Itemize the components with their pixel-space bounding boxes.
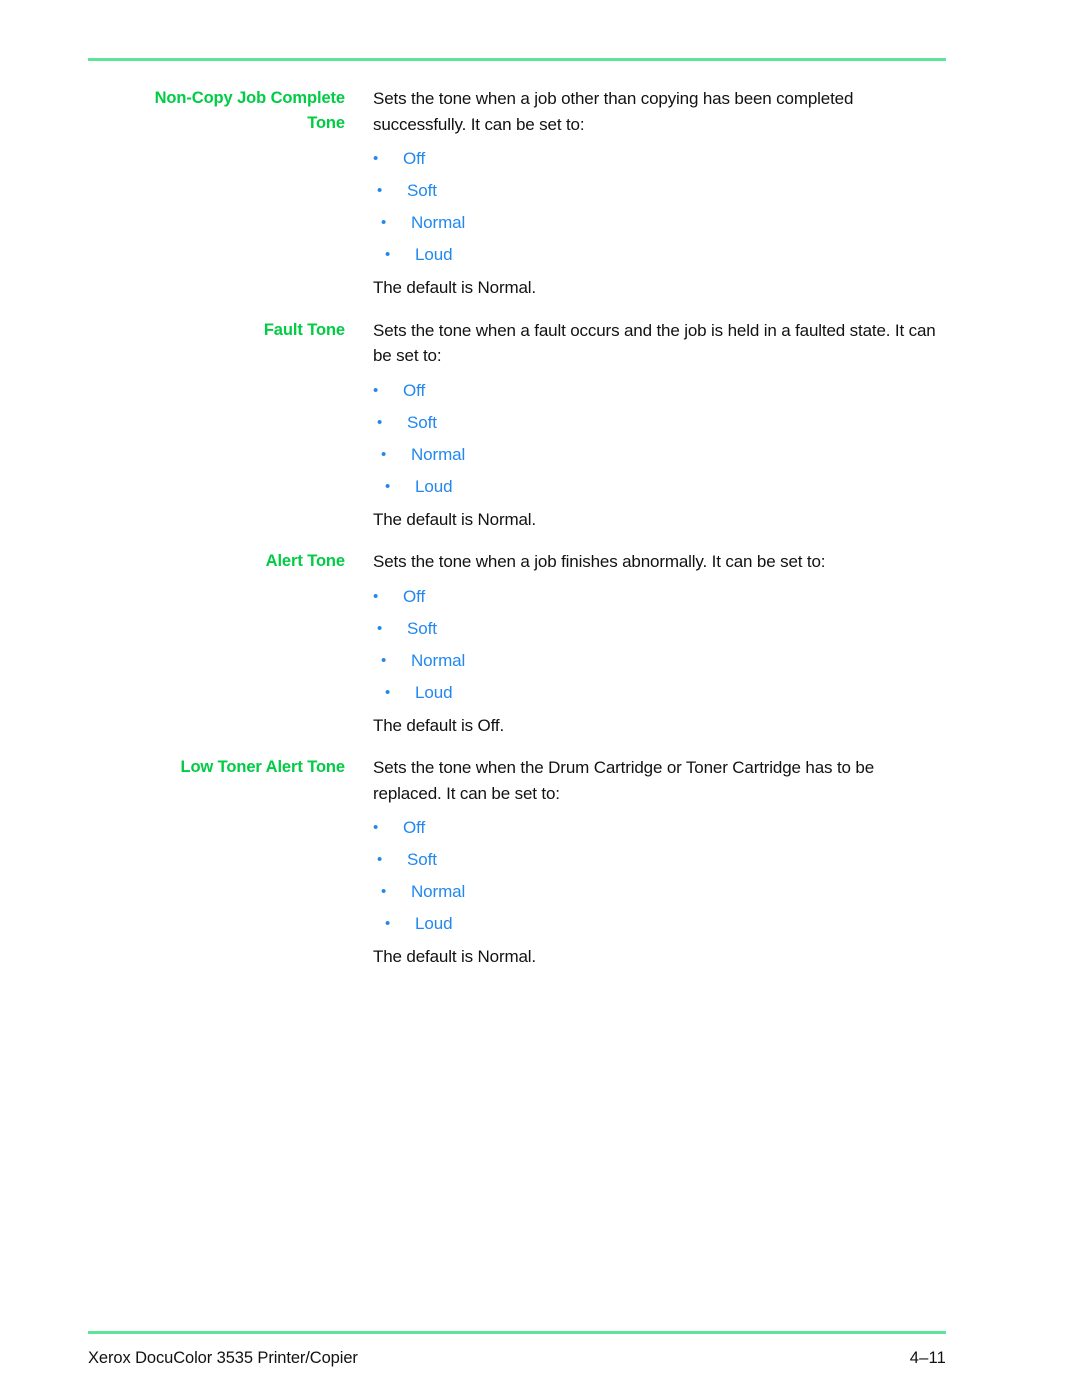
setting-description: Sets the tone when the Drum Cartridge or…: [373, 758, 875, 803]
setting-option: • Soft: [373, 844, 939, 876]
setting-option-label: Normal: [411, 882, 466, 901]
bullet-icon: •: [377, 413, 383, 431]
setting-option: • Loud: [373, 471, 939, 503]
setting-default-value: The default is Off.: [373, 715, 505, 735]
setting-label: Fault Tone: [263, 320, 345, 339]
setting-default-value: The default is Normal.: [373, 278, 536, 297]
bullet-icon: •: [373, 587, 379, 605]
bullet-icon: •: [373, 819, 379, 836]
setting-option-list: • Off • Soft • Normal • Loud: [373, 375, 939, 503]
setting-option-list: • Off • Soft • Normal • Loud: [373, 581, 939, 709]
bullet-icon: •: [377, 182, 383, 199]
setting-option-label: Soft: [407, 850, 437, 869]
setting-option: • Normal: [373, 439, 939, 471]
bullet-icon: •: [381, 883, 387, 900]
setting-entry: Low Toner Alert Tone Sets the tone when t…: [0, 755, 1080, 970]
setting-option: • Off: [373, 581, 939, 613]
setting-option-label: Loud: [415, 245, 453, 264]
setting-option: • Loud: [373, 908, 939, 940]
setting-option-list: • Off • Soft • Normal • Loud: [373, 812, 939, 940]
setting-option-list: • Off • Soft • Normal • Loud: [373, 143, 939, 271]
setting-option: • Normal: [373, 207, 939, 239]
document-page: Non-Copy Job Complete Tone Sets the tone …: [0, 0, 1080, 1397]
setting-option-label: Loud: [415, 476, 453, 496]
setting-option-label: Off: [403, 818, 426, 837]
setting-option-label: Normal: [411, 444, 466, 464]
bullet-icon: •: [385, 477, 391, 495]
setting-option-label: Soft: [407, 412, 437, 432]
setting-option: • Loud: [373, 239, 939, 271]
setting-entry: Fault Tone Sets the tone when a fault occ…: [0, 318, 1080, 533]
settings-description-list: Non-Copy Job Complete Tone Sets the tone …: [0, 86, 1080, 987]
header-rule: [88, 58, 946, 61]
setting-option: • Normal: [373, 645, 939, 677]
setting-option-label: Loud: [415, 914, 453, 933]
setting-description: Sets the tone when a job finishes abnorm…: [373, 552, 826, 571]
bullet-icon: •: [381, 445, 387, 463]
setting-option-label: Normal: [411, 650, 466, 670]
setting-option: • Soft: [373, 407, 939, 439]
bullet-icon: •: [373, 150, 379, 167]
setting-entry: Non-Copy Job Complete Tone Sets the tone …: [0, 86, 1080, 301]
bullet-icon: •: [377, 851, 383, 868]
setting-option-label: Soft: [407, 618, 437, 638]
setting-option: • Off: [373, 375, 939, 407]
setting-option: • Normal: [373, 876, 939, 908]
setting-description: Sets the tone when a fault occurs and th…: [373, 320, 936, 366]
footer-rule: [88, 1331, 946, 1334]
setting-default-value: The default is Normal.: [373, 947, 536, 966]
bullet-icon: •: [381, 214, 387, 231]
footer-document-title: Xerox DocuColor 3535 Printer/Copier: [88, 1349, 358, 1367]
setting-option-label: Off: [403, 380, 426, 400]
setting-body: Sets the tone when a job other than copy…: [373, 86, 939, 301]
setting-body: Sets the tone when a fault occurs and th…: [373, 318, 939, 533]
footer-page-number: 4–11: [909, 1349, 946, 1367]
bullet-icon: •: [385, 915, 391, 932]
setting-option-label: Off: [403, 149, 426, 168]
setting-label: Low Toner Alert Tone: [180, 758, 345, 776]
setting-option: • Soft: [373, 175, 939, 207]
setting-option: • Off: [373, 143, 939, 175]
setting-entry: Alert Tone Sets the tone when a job finis…: [0, 549, 1080, 738]
setting-option: • Soft: [373, 613, 939, 645]
setting-option-label: Off: [403, 586, 426, 606]
setting-body: Sets the tone when the Drum Cartridge or…: [373, 755, 939, 970]
setting-label: Non-Copy Job Complete Tone: [154, 89, 346, 132]
page-footer: Xerox DocuColor 3535 Printer/Copier 4–11: [88, 1346, 946, 1370]
setting-body: Sets the tone when a job finishes abnorm…: [373, 549, 939, 738]
bullet-icon: •: [381, 651, 387, 669]
bullet-icon: •: [373, 381, 379, 399]
bullet-icon: •: [385, 683, 391, 701]
bullet-icon: •: [377, 619, 383, 637]
bullet-icon: •: [385, 246, 391, 263]
setting-option-label: Loud: [415, 682, 453, 702]
setting-option-label: Soft: [407, 181, 437, 200]
setting-option: • Loud: [373, 677, 939, 709]
setting-option-label: Normal: [411, 213, 466, 232]
setting-description: Sets the tone when a job other than copy…: [373, 89, 854, 134]
setting-default-value: The default is Normal.: [373, 509, 536, 529]
setting-option: • Off: [373, 812, 939, 844]
setting-label: Alert Tone: [265, 552, 345, 570]
